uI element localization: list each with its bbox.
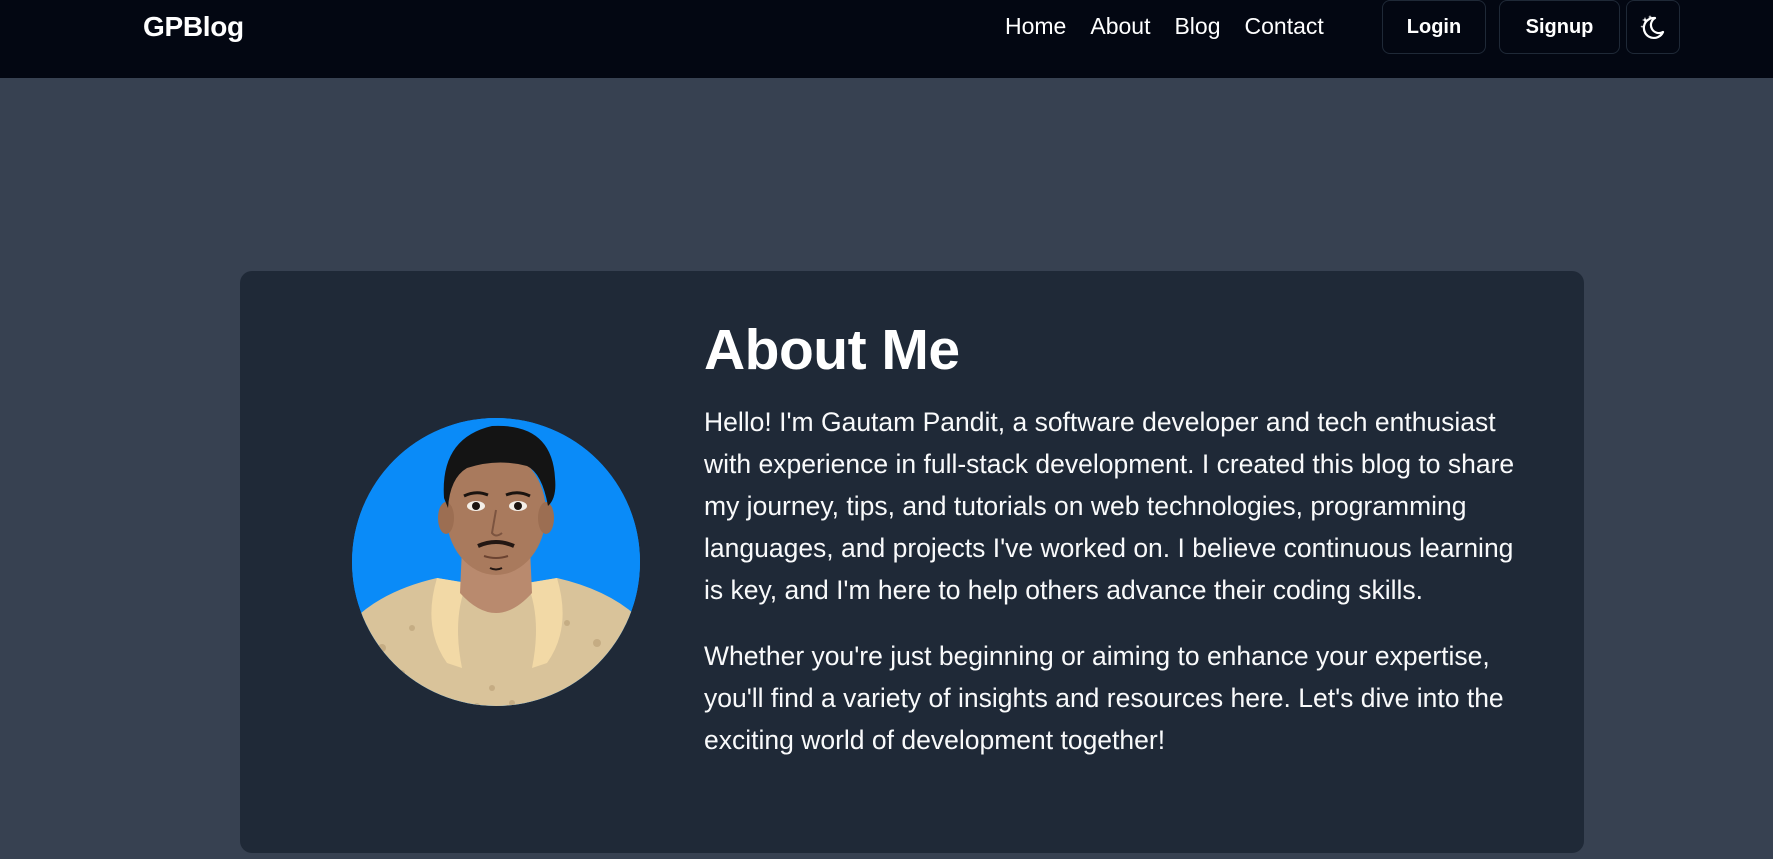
profile-photo-illustration xyxy=(352,418,640,706)
nav-links: Home About Blog Contact xyxy=(1005,13,1348,40)
profile-photo xyxy=(352,418,640,706)
navbar: GPBlog Home About Blog Contact Login Sig… xyxy=(0,0,1773,78)
nav-link-blog[interactable]: Blog xyxy=(1174,13,1220,40)
about-paragraph-intro: Hello! I'm Gautam Pandit, a software dev… xyxy=(704,407,1515,605)
theme-toggle-button[interactable] xyxy=(1626,0,1680,54)
nav-link-about[interactable]: About xyxy=(1090,13,1150,40)
about-paragraph-closing: Whether you're just beginning or aiming … xyxy=(704,641,1504,755)
about-card: About Me Hello! I'm Gautam Pandit, a sof… xyxy=(240,271,1584,853)
signup-button[interactable]: Signup xyxy=(1499,0,1620,54)
nav-link-contact[interactable]: Contact xyxy=(1245,13,1324,40)
about-content: About Me Hello! I'm Gautam Pandit, a sof… xyxy=(704,317,1524,761)
page-title: About Me xyxy=(704,318,960,382)
login-button[interactable]: Login xyxy=(1382,0,1486,54)
nav-link-home[interactable]: Home xyxy=(1005,13,1066,40)
brand-logo[interactable]: GPBlog xyxy=(143,11,244,43)
moon-stars-icon xyxy=(1640,15,1665,39)
